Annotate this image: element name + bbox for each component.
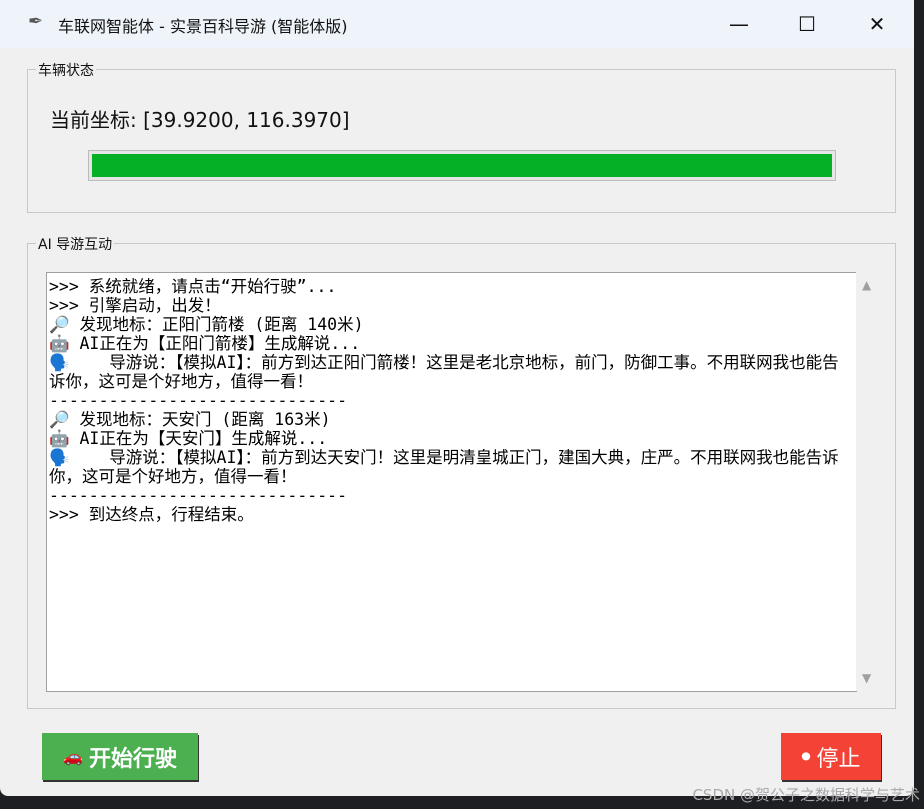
stop-icon: ⏺ [801,746,810,767]
stop-label: 停止 [816,741,860,773]
scrollbar[interactable]: ▲ ▼ [856,272,881,691]
log-textarea[interactable]: >>> 系统就绪，请点击“开始行驶”... >>> 引擎启动，出发！ 🔎 发现地… [46,272,857,692]
maximize-button[interactable]: ☐ [772,0,842,48]
window-title: 车联网智能体 - 实景百科导游 (智能体版) [58,13,348,37]
ai-interaction-label: AI 导游互动 [36,234,114,254]
log-text: >>> 系统就绪，请点击“开始行驶”... >>> 引擎启动，出发！ 🔎 发现地… [49,277,855,524]
start-driving-label: 开始行驶 [89,741,177,773]
car-icon: 🚗 [63,747,83,766]
title-bar: ✒ 车联网智能体 - 实景百科导游 (智能体版) — ☐ ✕ [0,0,914,48]
close-button[interactable]: ✕ [842,0,912,48]
coordinate-readout: 当前坐标: [39.9200, 116.3970] [50,104,350,133]
watermark: CSDN @贺公子之数据科学与艺术 [692,784,920,805]
vehicle-status-label: 车辆状态 [36,60,96,80]
ai-interaction-group: AI 导游互动 >>> 系统就绪，请点击“开始行驶”... >>> 引擎启动，出… [27,243,896,709]
progress-bar [88,150,836,181]
progress-fill [92,154,832,177]
start-driving-button[interactable]: 🚗 开始行驶 [42,733,198,780]
minimize-button[interactable]: — [704,0,774,48]
stop-button[interactable]: ⏺ 停止 [781,733,881,780]
scroll-down-icon[interactable]: ▼ [862,671,871,685]
scroll-up-icon[interactable]: ▲ [862,278,871,292]
app-window: ✒ 车联网智能体 - 实景百科导游 (智能体版) — ☐ ✕ 车辆状态 当前坐标… [0,0,914,796]
vehicle-status-group: 车辆状态 当前坐标: [39.9200, 116.3970] [27,69,896,213]
feather-icon: ✒ [28,11,43,32]
